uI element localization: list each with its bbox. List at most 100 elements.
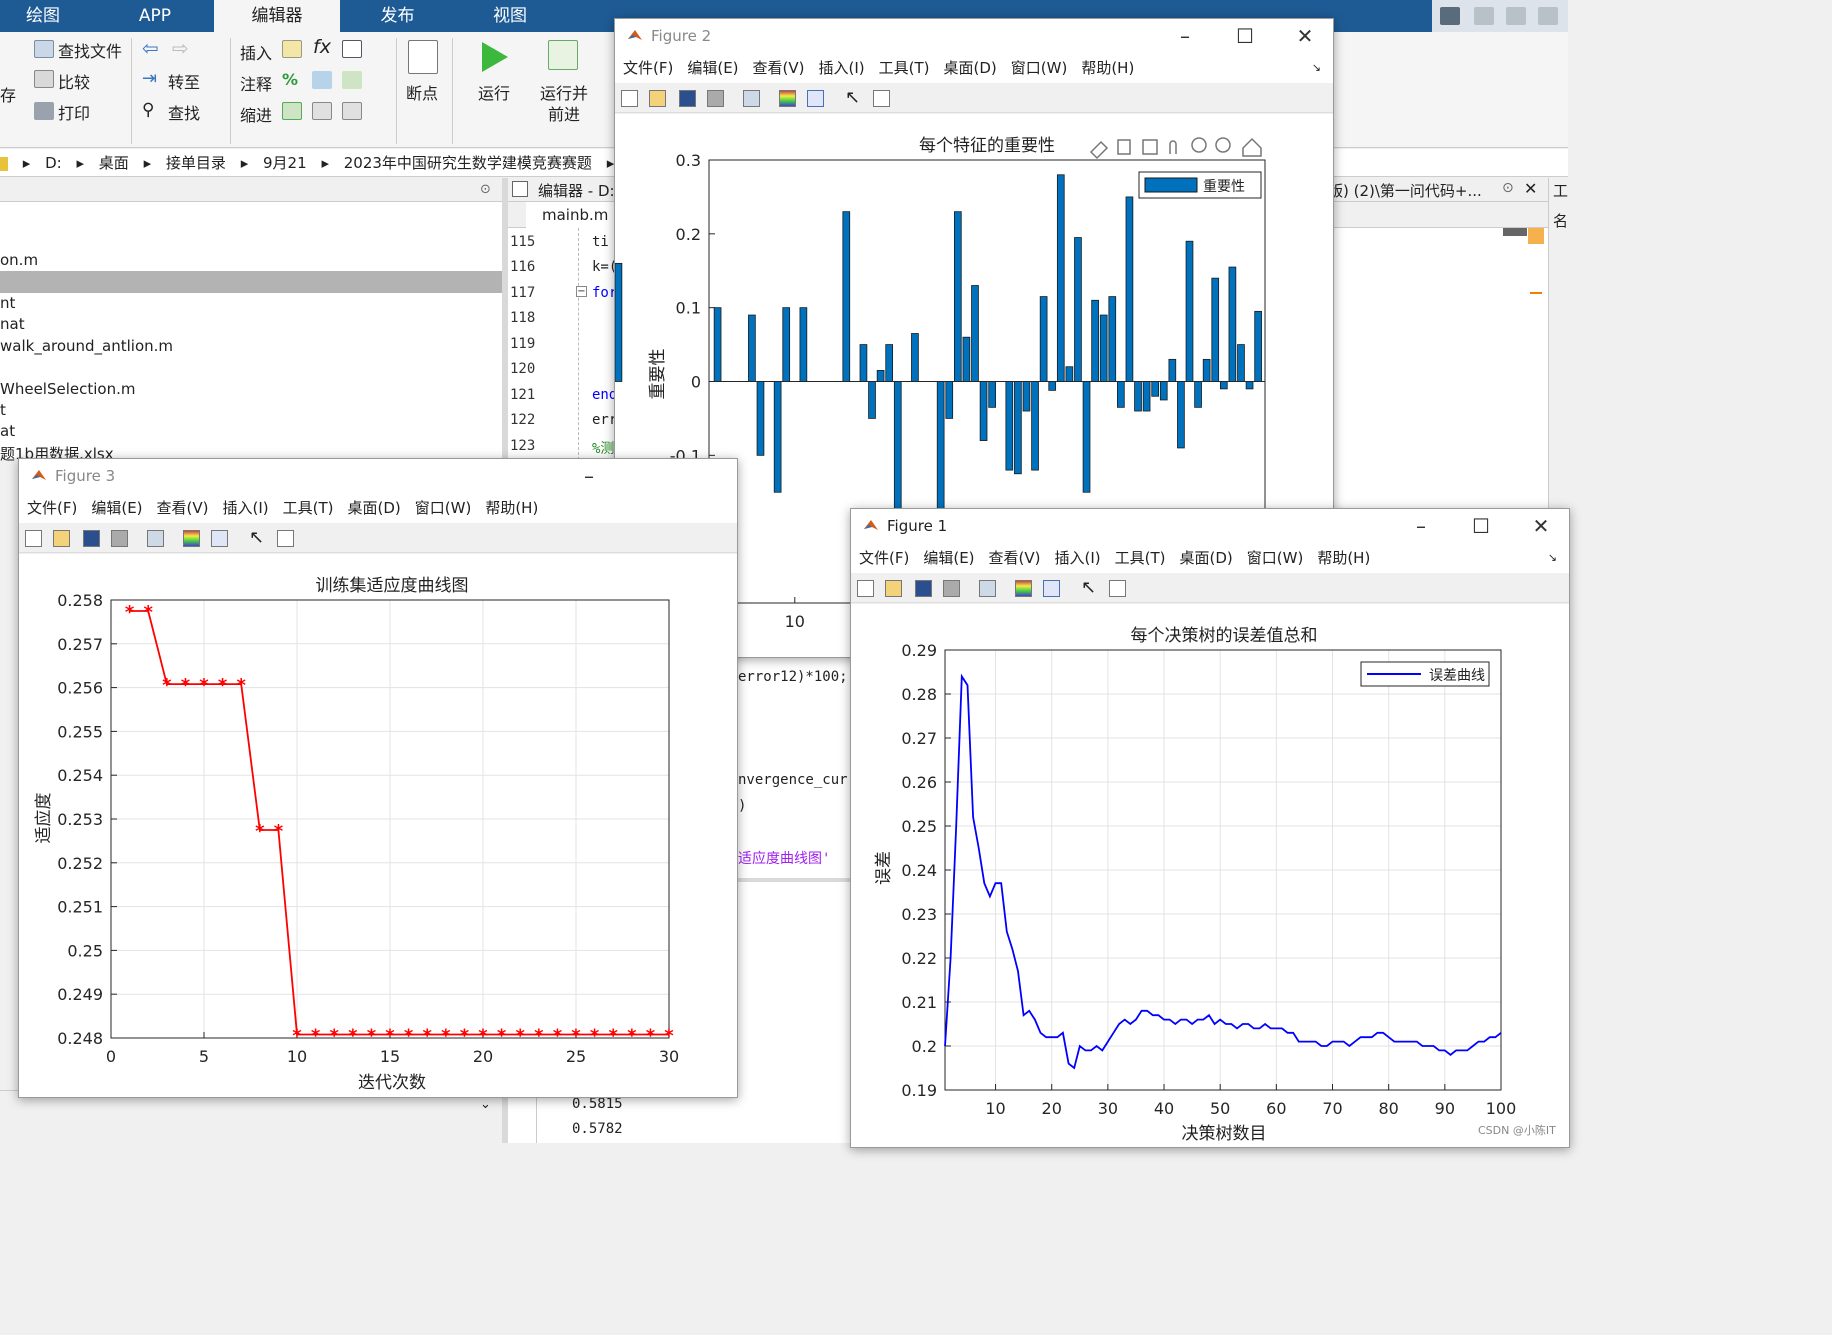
menu-tools[interactable]: 工具(T)	[879, 59, 930, 77]
maximize-icon[interactable]: ☐	[1461, 509, 1501, 543]
percent-comment-icon[interactable]: %	[282, 70, 298, 89]
save-icon[interactable]	[915, 580, 932, 597]
menu-view[interactable]: 查看(V)	[989, 549, 1041, 567]
open-file-icon[interactable]	[53, 530, 70, 547]
run-and-advance-label-2[interactable]: 前进	[548, 101, 580, 125]
menu-view[interactable]: 查看(V)	[753, 59, 805, 77]
figure-3-titlebar[interactable]: Figure 3 –	[19, 459, 737, 493]
copy-icon[interactable]	[1506, 7, 1526, 25]
figure-3-window[interactable]: Figure 3 – 文件(F) 编辑(E) 查看(V) 插入(I) 工具(T) 桌面(D…	[18, 458, 738, 1098]
save-icon[interactable]	[679, 90, 696, 107]
figure-1-window[interactable]: Figure 1 – ☐ ✕ 文件(F) 编辑(E) 查看(V) 插入(I) 工具(T)…	[850, 508, 1570, 1148]
pointer-icon[interactable]: ↖	[1081, 577, 1096, 598]
file-item[interactable]: on.m	[0, 251, 38, 269]
breakpoint-icon[interactable]	[408, 40, 438, 74]
goto-button[interactable]: 转至	[168, 69, 200, 93]
legend-icon[interactable]	[211, 530, 228, 547]
close-icon[interactable]: ✕	[1285, 19, 1325, 53]
link-plot-icon[interactable]	[979, 580, 996, 597]
menu-file[interactable]: 文件(F)	[859, 549, 909, 567]
tab-view[interactable]: 视图	[455, 0, 565, 32]
menu-insert[interactable]: 插入(I)	[1055, 549, 1101, 567]
panel-menu-icon[interactable]: ⊙	[1502, 180, 1514, 196]
maximize-icon[interactable]: ☐	[1225, 19, 1265, 53]
breakpoints-button[interactable]: 断点	[406, 80, 438, 104]
menu-window[interactable]: 窗口(W)	[1247, 549, 1304, 567]
minimize-icon[interactable]: –	[1165, 19, 1205, 53]
menu-desktop[interactable]: 桌面(D)	[944, 59, 997, 77]
menu-insert[interactable]: 插入(I)	[819, 59, 865, 77]
legend-icon[interactable]	[807, 90, 824, 107]
close-icon[interactable]: ✕	[1521, 509, 1561, 543]
menu-window[interactable]: 窗口(W)	[415, 499, 472, 517]
fx-icon[interactable]: fx	[313, 36, 331, 58]
print-icon[interactable]	[943, 580, 960, 597]
breadcrumb-folder-date[interactable]: 9月21	[263, 154, 307, 172]
new-figure-icon[interactable]	[25, 530, 42, 547]
code-line[interactable]: %测	[592, 438, 614, 458]
figure-1-titlebar[interactable]: Figure 1 – ☐ ✕	[851, 509, 1569, 543]
print-button[interactable]: 打印	[58, 100, 90, 124]
zoom-out-icon[interactable]	[1215, 137, 1231, 153]
find-files-button[interactable]: 查找文件	[58, 38, 122, 62]
save-icon[interactable]	[83, 530, 100, 547]
increase-indent-icon[interactable]	[312, 102, 332, 120]
breadcrumb-folder-contest[interactable]: 2023年中国研究生数学建模竞赛赛题	[344, 154, 592, 172]
menu-edit[interactable]: 编辑(E)	[923, 549, 974, 567]
run-and-advance-icon[interactable]	[548, 40, 578, 70]
run-icon[interactable]	[478, 40, 510, 74]
export-icon[interactable]	[1142, 139, 1158, 155]
compare-button[interactable]: 比较	[58, 69, 90, 93]
file-item[interactable]: t	[0, 401, 6, 419]
zoom-in-icon[interactable]	[1191, 137, 1207, 153]
colorbar-icon[interactable]	[1015, 580, 1032, 597]
link-plot-icon[interactable]	[743, 90, 760, 107]
editor-other-file-tab[interactable]: 版) (2)\第一问代码+...	[1328, 180, 1482, 201]
data-tips-icon[interactable]	[1117, 139, 1131, 155]
indent-button[interactable]: 缩进	[240, 102, 272, 126]
pointer-icon[interactable]: ↖	[249, 527, 264, 548]
run-button[interactable]: 运行	[478, 80, 510, 104]
axes-toolbar[interactable]	[1089, 137, 1262, 160]
tab-publish[interactable]: 发布	[345, 0, 450, 32]
legend-icon[interactable]	[1043, 580, 1060, 597]
cut-icon[interactable]	[1474, 7, 1494, 25]
open-file-icon[interactable]	[885, 580, 902, 597]
close-icon[interactable]: ✕	[1524, 179, 1537, 198]
menu-insert[interactable]: 插入(I)	[223, 499, 269, 517]
breadcrumb-folder-orders[interactable]: 接单目录	[166, 154, 226, 172]
menu-window[interactable]: 窗口(W)	[1011, 59, 1068, 77]
comment-button[interactable]: 注释	[240, 71, 272, 95]
link-plot-icon[interactable]	[147, 530, 164, 547]
pointer-icon[interactable]: ↖	[845, 87, 860, 108]
breadcrumb-desktop[interactable]: 桌面	[99, 154, 129, 172]
menu-tools[interactable]: 工具(T)	[1115, 549, 1166, 567]
uncomment-icon[interactable]	[312, 71, 332, 89]
menu-help[interactable]: 帮助(H)	[485, 499, 538, 517]
property-editor-icon[interactable]	[1109, 580, 1126, 597]
save-icon[interactable]	[1440, 7, 1460, 25]
colorbar-icon[interactable]	[183, 530, 200, 547]
new-figure-icon[interactable]	[857, 580, 874, 597]
chevron-down-icon[interactable]: ⌄	[480, 1097, 491, 1112]
menu-tools[interactable]: 工具(T)	[283, 499, 334, 517]
code-line[interactable]: ti	[592, 234, 609, 250]
menu-edit[interactable]: 编辑(E)	[91, 499, 142, 517]
insert-section-icon[interactable]	[282, 40, 302, 58]
insert-button[interactable]: 插入	[240, 40, 272, 64]
forward-arrow-icon[interactable]: ⇨	[172, 36, 189, 60]
menu-help[interactable]: 帮助(H)	[1317, 549, 1370, 567]
save-partial-label[interactable]: 存	[0, 82, 16, 106]
file-item[interactable]: WheelSelection.m	[0, 380, 135, 398]
paste-icon[interactable]	[1538, 7, 1558, 25]
code-fold-icon[interactable]: −	[576, 286, 587, 297]
file-item[interactable]: walk_around_antlion.m	[0, 337, 173, 355]
back-arrow-icon[interactable]: ⇦	[142, 36, 159, 60]
breadcrumb-drive[interactable]: D:	[45, 154, 62, 172]
tab-apps[interactable]: APP	[100, 0, 210, 32]
file-item[interactable]: at	[0, 422, 15, 440]
menu-view[interactable]: 查看(V)	[157, 499, 209, 517]
home-icon[interactable]	[1242, 137, 1262, 157]
file-item[interactable]: nt	[0, 294, 15, 312]
pan-hand-icon[interactable]	[1169, 140, 1177, 154]
